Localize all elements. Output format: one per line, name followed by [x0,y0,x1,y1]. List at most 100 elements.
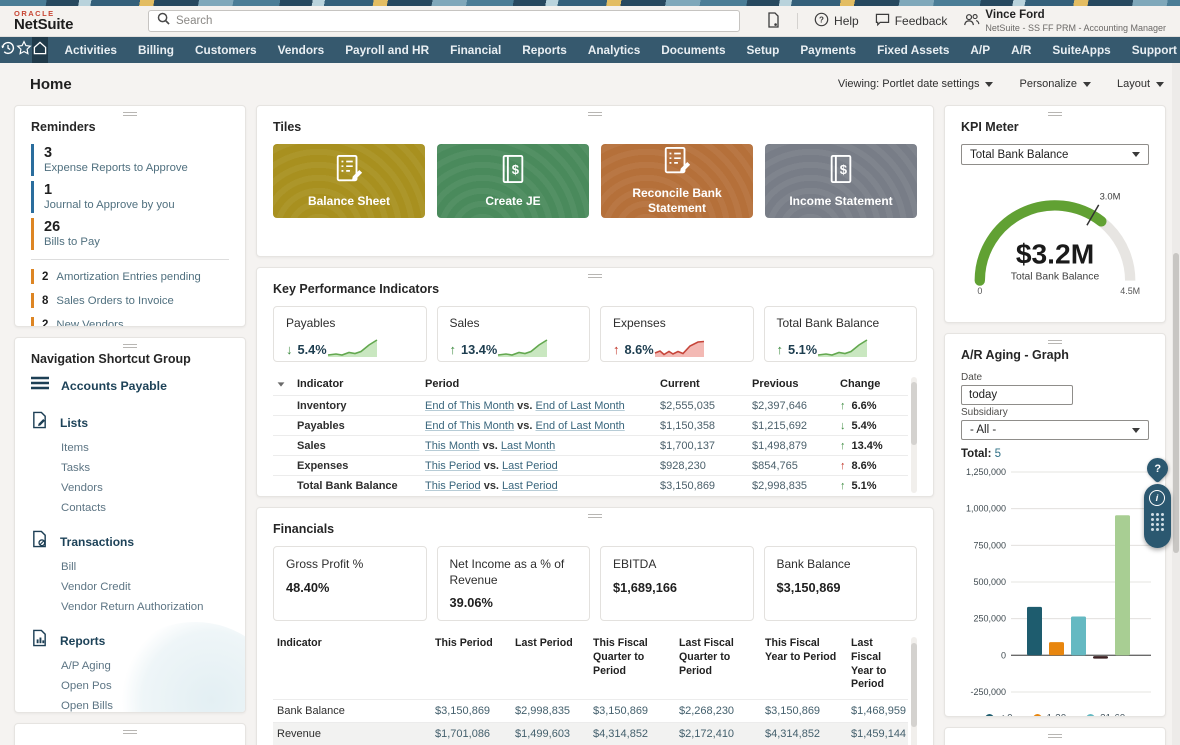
tile-income-statement[interactable]: $Income Statement [765,144,917,218]
shortcut-vendor-return-authorization[interactable]: Vendor Return Authorization [61,597,229,617]
shortcut-tasks[interactable]: Tasks [61,458,229,478]
nav-item-activities[interactable]: Activities [54,37,127,63]
portlet-date-settings-dropdown[interactable]: Viewing: Portlet date settings [838,78,994,90]
nav-item-a-p[interactable]: A/P [960,37,1001,63]
column-header-this-period[interactable]: This Period [431,635,511,700]
reminder-new-vendors[interactable]: 2New Vendors [31,317,229,327]
tile-reconcile-bank-statement[interactable]: Reconcile Bank Statement [601,144,753,218]
reminder-expense-reports-to-approve[interactable]: 3Expense Reports to Approve [31,144,229,176]
nav-item-financial[interactable]: Financial [440,37,512,63]
tile-create-je[interactable]: $Create JE [437,144,589,218]
shortcut-group-header-transactions[interactable]: Transactions [31,530,229,553]
shortcuts-button[interactable] [16,37,32,63]
user-menu[interactable]: Vince Ford NetSuite - SS FF PRM - Accoun… [963,8,1166,34]
column-header-last-fiscal-quarter-to-period[interactable]: Last Fiscal Quarter to Period [675,635,761,700]
drag-handle-icon[interactable] [1048,732,1062,740]
drag-handle-icon[interactable] [123,728,137,736]
kpi-table-row[interactable]: Total Bank BalanceThis Period vs. Last P… [273,476,908,496]
table-scrollbar[interactable] [911,637,917,745]
nav-item-payroll-and-hr[interactable]: Payroll and HR [335,37,440,63]
kpi-table-row[interactable]: InventoryEnd of This Month vs. End of La… [273,396,908,416]
shortcut-accounts-payable[interactable]: Accounts Payable [31,376,229,395]
drag-handle-icon[interactable] [123,342,137,350]
period-link[interactable]: This Period [425,480,481,492]
drag-handle-icon[interactable] [588,512,602,520]
help-button[interactable]: ? Help [814,12,859,30]
period-link[interactable]: End of This Month [425,420,514,432]
nav-item-vendors[interactable]: Vendors [267,37,335,63]
period-link[interactable]: This Month [425,440,479,452]
reminder-journal-to-approve-by-you[interactable]: 1Journal to Approve by you [31,181,229,213]
shortcut-group-header-lists[interactable]: Lists [31,411,229,434]
period-link[interactable]: Last Period [502,460,558,472]
financials-row[interactable]: Bank Balance$3,150,869$2,998,835$3,150,8… [273,700,908,723]
search-input[interactable] [176,15,731,27]
nav-item-customers[interactable]: Customers [185,37,268,63]
kpi-meter-select[interactable]: Total Bank Balance [961,144,1149,165]
nav-item-support[interactable]: Support [1121,37,1180,63]
nav-item-analytics[interactable]: Analytics [577,37,650,63]
column-header-change[interactable]: Change [836,375,908,396]
financial-card-ebitda[interactable]: EBITDA$1,689,166 [600,546,754,621]
netsuite-logo[interactable]: ORACLE NetSuite [14,10,148,33]
subsidiary-select[interactable]: - All - [961,420,1149,440]
page-scrollbar[interactable] [1172,63,1180,745]
tile-balance-sheet[interactable]: Balance Sheet [273,144,425,218]
shortcut-bill[interactable]: Bill [61,557,229,577]
period-link[interactable]: Last Month [501,440,555,452]
nav-item-documents[interactable]: Documents [651,37,736,63]
column-header-indicator[interactable]: Indicator [273,635,431,700]
column-header-this-fiscal-year-to-period[interactable]: This Fiscal Year to Period [761,635,847,700]
kpi-table-row[interactable]: PayablesEnd of This Month vs. End of Las… [273,416,908,436]
reminder-amortization-entries-pending[interactable]: 2Amortization Entries pending [31,269,229,284]
drag-handle-icon[interactable] [588,110,602,118]
period-link[interactable]: Last Period [502,480,558,492]
period-link[interactable]: End of Last Month [535,400,624,412]
info-icon[interactable]: i [1149,490,1165,506]
shortcut-vendor-credit[interactable]: Vendor Credit [61,577,229,597]
column-header-this-fiscal-quarter-to-period[interactable]: This Fiscal Quarter to Period [589,635,675,700]
financial-card-gross-profit[interactable]: Gross Profit %48.40% [273,546,427,621]
date-input[interactable] [961,385,1073,405]
kpi-card-total-bank-balance[interactable]: Total Bank Balance↑5.1% [764,306,918,362]
legend-item-0[interactable]: ≤ 0 [985,713,1013,717]
column-header-current[interactable]: Current [656,375,748,396]
period-link[interactable]: End of This Month [425,400,514,412]
drag-handle-icon[interactable] [1048,338,1062,346]
legend-item-31-60[interactable]: 31-60 [1086,713,1125,717]
nav-item-a-r[interactable]: A/R [1001,37,1042,63]
column-header-period[interactable]: Period [421,375,656,396]
kpi-card-payables[interactable]: Payables↓5.4% [273,306,427,362]
table-scrollbar[interactable] [911,377,917,493]
global-search[interactable] [148,10,740,32]
legend-item-1-30[interactable]: 1-30 [1033,713,1067,717]
shortcut-items[interactable]: Items [61,438,229,458]
recent-records-button[interactable] [0,37,16,63]
financial-card-net-income-as-a-of-revenue[interactable]: Net Income as a % of Revenue39.06% [437,546,591,621]
personalize-dropdown[interactable]: Personalize [1019,78,1090,90]
nav-item-payments[interactable]: Payments [790,37,867,63]
nav-item-suiteapps[interactable]: SuiteApps [1042,37,1121,63]
period-link[interactable]: This Period [425,460,481,472]
nav-item-reports[interactable]: Reports [512,37,578,63]
layout-dropdown[interactable]: Layout [1117,78,1164,90]
drag-handle-icon[interactable] [1048,110,1062,118]
column-header-last-period[interactable]: Last Period [511,635,589,700]
kpi-table-row[interactable]: SalesThis Month vs. Last Month$1,700,137… [273,436,908,456]
financials-row[interactable]: Revenue$1,701,086$1,499,603$4,314,852$2,… [273,723,908,745]
period-link[interactable]: End of Last Month [535,420,624,432]
nav-item-billing[interactable]: Billing [127,37,184,63]
kpi-card-sales[interactable]: Sales↑13.4% [437,306,591,362]
nav-item-setup[interactable]: Setup [736,37,790,63]
home-tab[interactable] [32,37,48,63]
feedback-button[interactable]: Feedback [875,13,948,30]
financial-card-bank-balance[interactable]: Bank Balance$3,150,869 [764,546,918,621]
kpi-card-expenses[interactable]: Expenses↑8.6% [600,306,754,362]
column-header-previous[interactable]: Previous [748,375,836,396]
reminder-sales-orders-to-invoice[interactable]: 8Sales Orders to Invoice [31,293,229,308]
nav-item-fixed-assets[interactable]: Fixed Assets [867,37,960,63]
shortcut-contacts[interactable]: Contacts [61,498,229,518]
drag-handle-icon[interactable] [588,272,602,280]
apps-grid-icon[interactable] [1151,513,1164,531]
shortcut-vendors[interactable]: Vendors [61,478,229,498]
